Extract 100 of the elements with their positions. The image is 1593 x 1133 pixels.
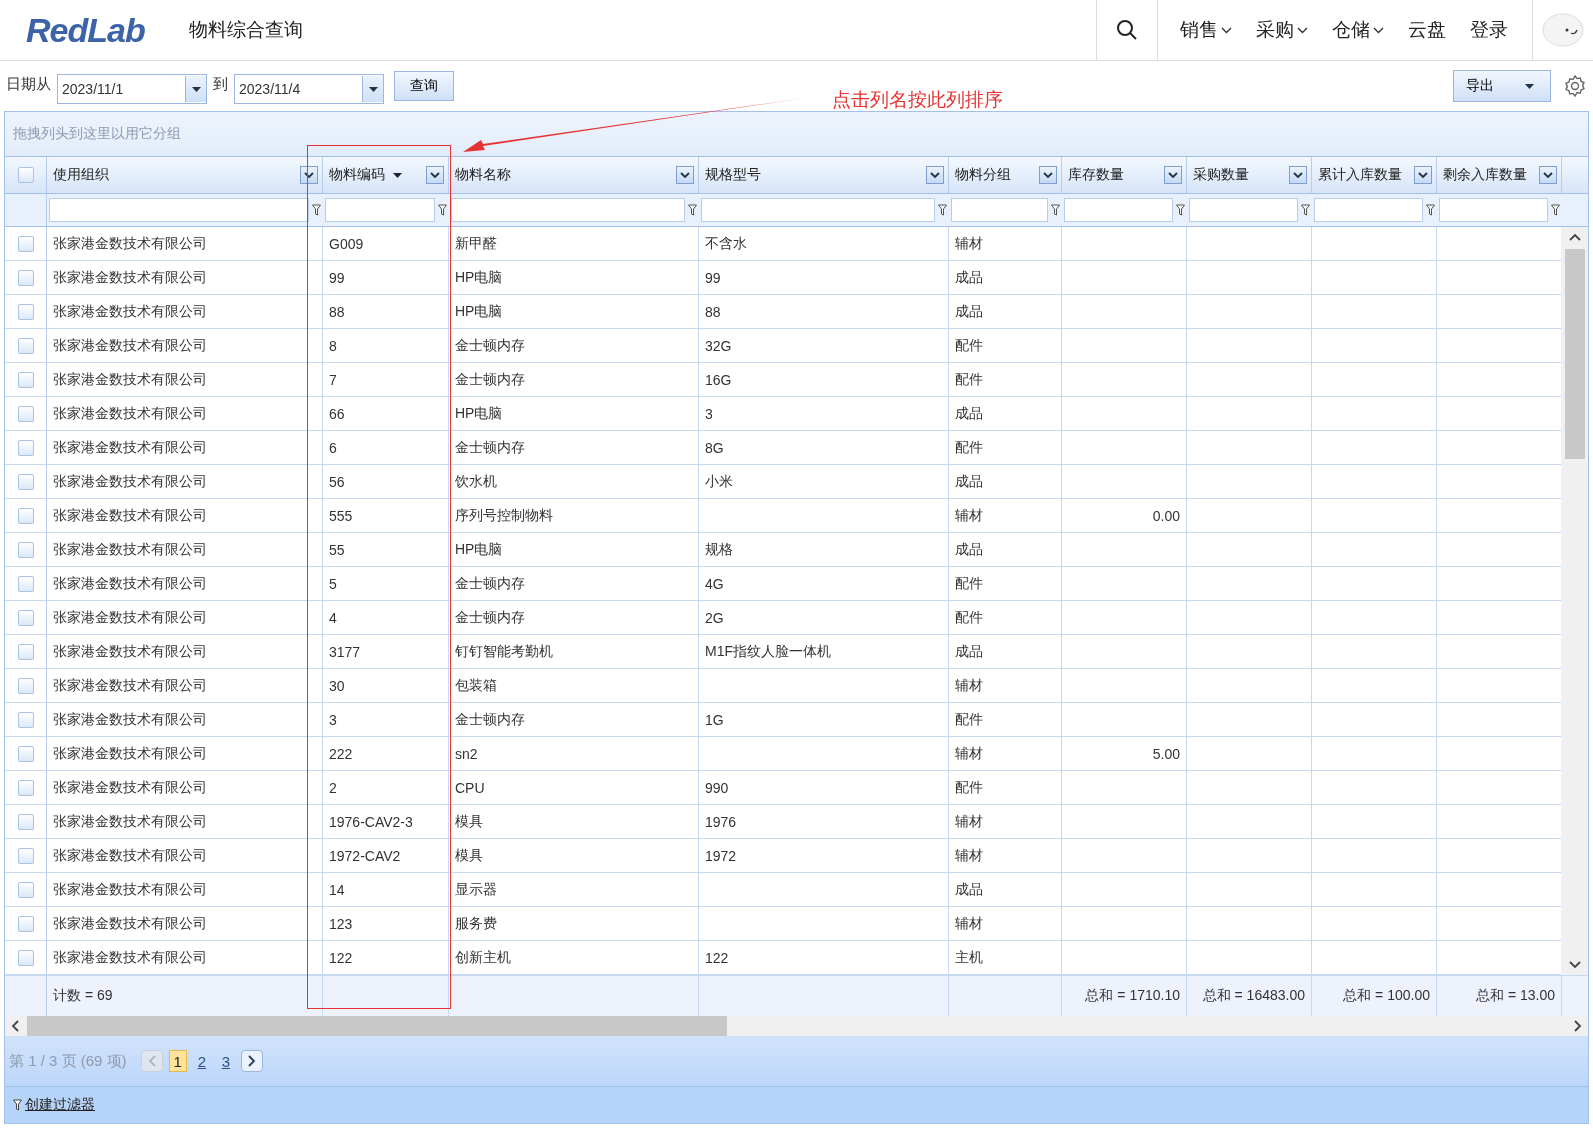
table-cell: 99 (329, 269, 345, 286)
column-header[interactable]: 使用组织 (53, 166, 109, 184)
filter-input[interactable] (1064, 198, 1173, 222)
filter-icon[interactable] (1051, 204, 1060, 216)
chevron-left-icon[interactable] (11, 1020, 19, 1032)
row-checkbox[interactable] (17, 269, 34, 286)
row-checkbox[interactable] (17, 507, 34, 524)
table-cell: 模具 (455, 846, 483, 865)
nav-link[interactable]: 登录 (1462, 17, 1516, 43)
row-checkbox[interactable] (17, 711, 34, 728)
row-checkbox[interactable] (17, 949, 34, 966)
filter-input[interactable] (1439, 198, 1548, 222)
logo[interactable]: RedLab (26, 10, 145, 50)
date-from-field[interactable]: 2023/11/1 (57, 74, 207, 104)
column-header[interactable]: 物料名称 (455, 166, 511, 184)
column-header[interactable]: 累计入库数量 (1318, 166, 1402, 184)
create-filter-link[interactable]: 创建过滤器 (25, 1096, 95, 1114)
column-menu-button[interactable] (1039, 166, 1057, 184)
scrollbar-thumb[interactable] (27, 1016, 727, 1036)
filter-input[interactable] (1189, 198, 1298, 222)
row-checkbox[interactable] (17, 881, 34, 898)
table-cell: 122 (705, 949, 729, 966)
query-button[interactable]: 查询 (394, 71, 454, 101)
filter-icon[interactable] (1426, 204, 1435, 216)
nav-menu[interactable]: 销售 (1172, 17, 1240, 43)
row-checkbox[interactable] (17, 371, 34, 388)
row-checkbox[interactable] (17, 235, 34, 252)
filter-icon[interactable] (1176, 204, 1185, 216)
row-checkbox[interactable] (17, 915, 34, 932)
row-checkbox[interactable] (17, 745, 34, 762)
page-link[interactable]: 1 (168, 1050, 187, 1072)
row-checkbox[interactable] (17, 643, 34, 660)
column-header[interactable]: 剩余入库数量 (1443, 166, 1527, 184)
table-cell: 服务费 (455, 914, 497, 933)
filter-icon[interactable] (312, 204, 321, 216)
next-page-button[interactable] (240, 1050, 263, 1072)
column-header[interactable]: 采购数量 (1193, 166, 1249, 184)
chevron-up-icon[interactable] (1568, 233, 1581, 241)
horizontal-scrollbar[interactable] (5, 1016, 1588, 1036)
row-checkbox[interactable] (17, 541, 34, 558)
filter-icon[interactable] (1301, 204, 1310, 216)
row-checkbox[interactable] (17, 847, 34, 864)
row-checkbox[interactable] (17, 303, 34, 320)
nav-link[interactable]: 云盘 (1400, 17, 1454, 43)
filter-input[interactable] (49, 198, 309, 222)
row-checkbox[interactable] (17, 337, 34, 354)
filter-icon[interactable] (938, 204, 947, 216)
row-checkbox[interactable] (17, 813, 34, 830)
filter-input[interactable] (451, 198, 685, 222)
export-button[interactable]: 导出 (1453, 70, 1551, 102)
row-checkbox[interactable] (17, 609, 34, 626)
search-icon[interactable] (1096, 0, 1158, 60)
row-checkbox[interactable] (17, 779, 34, 796)
column-header[interactable]: 规格型号 (705, 166, 761, 184)
column-menu-button[interactable] (1289, 166, 1307, 184)
table-cell: HP电脑 (455, 404, 503, 423)
page-link[interactable]: 2 (192, 1050, 211, 1072)
chevron-down-icon (680, 172, 690, 178)
vertical-scrollbar[interactable] (1561, 227, 1588, 975)
filter-icon[interactable] (1551, 204, 1560, 216)
chevron-down-icon (304, 172, 314, 178)
nav-menu[interactable]: 仓储 (1324, 17, 1392, 43)
column-menu-button[interactable] (1539, 166, 1557, 184)
chevron-right-icon[interactable] (1574, 1020, 1582, 1032)
column-menu-button[interactable] (676, 166, 694, 184)
column-menu-button[interactable] (1414, 166, 1432, 184)
settings-icon[interactable] (1563, 74, 1587, 98)
column-menu-button[interactable] (926, 166, 944, 184)
table-cell: HP电脑 (455, 540, 503, 559)
column-menu-button[interactable] (300, 166, 318, 184)
row-checkbox[interactable] (17, 473, 34, 490)
column-header[interactable]: 物料编码 (329, 166, 402, 184)
row-checkbox[interactable] (17, 677, 34, 694)
select-all-checkbox[interactable] (17, 167, 34, 183)
column-menu-button[interactable] (426, 166, 444, 184)
page-title: 物料综合查询 (188, 18, 303, 42)
previous-page-button[interactable] (140, 1050, 163, 1072)
table-cell: 配件 (955, 574, 983, 593)
caret-down-icon[interactable] (191, 86, 201, 92)
date-to-field[interactable]: 2023/11/4 (234, 74, 384, 104)
row-checkbox[interactable] (17, 405, 34, 422)
filter-icon[interactable] (688, 204, 697, 216)
filter-input[interactable] (951, 198, 1048, 222)
filter-input[interactable] (325, 198, 435, 222)
chevron-down-icon (1543, 172, 1553, 178)
row-checkbox[interactable] (17, 439, 34, 456)
avatar-icon[interactable] (1541, 12, 1585, 48)
table-cell: 88 (705, 303, 721, 320)
caret-down-icon[interactable] (368, 86, 378, 92)
column-menu-button[interactable] (1164, 166, 1182, 184)
column-header[interactable]: 物料分组 (955, 166, 1011, 184)
column-header[interactable]: 库存数量 (1068, 166, 1124, 184)
nav-menu[interactable]: 采购 (1248, 17, 1316, 43)
filter-input[interactable] (1314, 198, 1423, 222)
chevron-down-icon[interactable] (1568, 961, 1581, 969)
scrollbar-thumb[interactable] (1564, 249, 1585, 459)
page-link[interactable]: 3 (216, 1050, 235, 1072)
filter-icon[interactable] (438, 204, 447, 216)
filter-input[interactable] (701, 198, 935, 222)
row-checkbox[interactable] (17, 575, 34, 592)
